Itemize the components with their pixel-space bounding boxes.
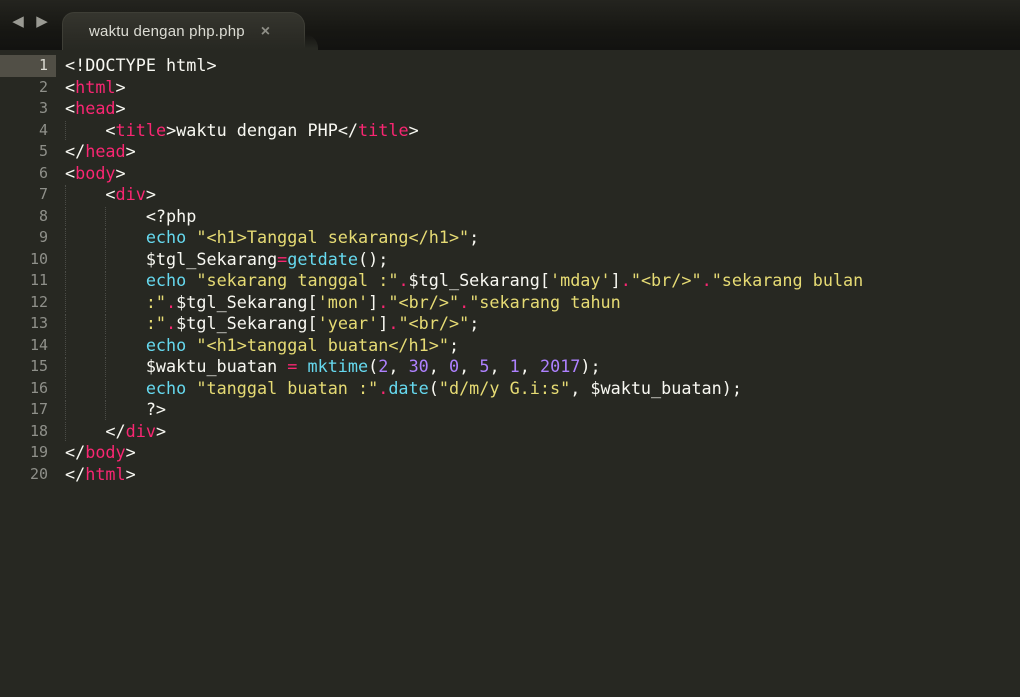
tab-nav-arrows: ◀ ▶ bbox=[8, 14, 52, 29]
code-line-text: echo "<h1>tanggal buatan</h1>"; bbox=[56, 335, 459, 357]
code-line[interactable]: 4 <title>waktu dengan PHP</title> bbox=[0, 120, 1020, 142]
indent-guide-line bbox=[65, 271, 66, 291]
code-line[interactable]: 11 echo "sekarang tanggal :".$tgl_Sekara… bbox=[0, 270, 1020, 292]
code-line[interactable]: 15 $waktu_buatan = mktime(2, 30, 0, 5, 1… bbox=[0, 356, 1020, 378]
code-line-text: $waktu_buatan = mktime(2, 30, 0, 5, 1, 2… bbox=[56, 356, 601, 378]
code-line-text: </body> bbox=[56, 442, 136, 464]
indent-guide-line bbox=[65, 314, 66, 334]
nav-forward-icon[interactable]: ▶ bbox=[32, 14, 52, 29]
code-lines: 1<!DOCTYPE html>2<html>3<head>4 <title>w… bbox=[0, 55, 1020, 485]
indent-guide-line bbox=[65, 207, 66, 227]
indent-guide-line bbox=[65, 400, 66, 420]
tab-close-icon[interactable]: × bbox=[261, 24, 270, 40]
indent-guide-line bbox=[65, 121, 66, 141]
code-line-text: $tgl_Sekarang=getdate(); bbox=[56, 249, 388, 271]
tab-waktu-dengan-php[interactable]: waktu dengan php.php × bbox=[62, 12, 305, 50]
line-number: 5 bbox=[0, 141, 56, 163]
line-number: 14 bbox=[0, 335, 56, 357]
indent-guide-line bbox=[105, 271, 106, 291]
code-line-text: <title>waktu dengan PHP</title> bbox=[56, 120, 419, 142]
nav-back-icon[interactable]: ◀ bbox=[8, 14, 28, 29]
code-line-text: ?> bbox=[56, 399, 166, 421]
code-line-text: <html> bbox=[56, 77, 126, 99]
line-number: 10 bbox=[0, 249, 56, 271]
indent-guide-line bbox=[105, 293, 106, 313]
code-line-text: echo "tanggal buatan :".date("d/m/y G.i:… bbox=[56, 378, 742, 400]
code-line-text: </head> bbox=[56, 141, 136, 163]
code-line[interactable]: 10 $tgl_Sekarang=getdate(); bbox=[0, 249, 1020, 271]
code-line-text: echo "sekarang tanggal :".$tgl_Sekarang[… bbox=[56, 270, 863, 292]
code-line[interactable]: 1<!DOCTYPE html> bbox=[0, 55, 1020, 77]
code-line[interactable]: 13 :".$tgl_Sekarang['year']."<br/>"; bbox=[0, 313, 1020, 335]
line-number: 4 bbox=[0, 120, 56, 142]
indent-guide-line bbox=[105, 250, 106, 270]
code-line-text: </html> bbox=[56, 464, 136, 486]
code-line[interactable]: 6<body> bbox=[0, 163, 1020, 185]
code-line-text: <head> bbox=[56, 98, 126, 120]
tab-bar: ◀ ▶ waktu dengan php.php × bbox=[0, 0, 1020, 50]
indent-guide-line bbox=[105, 314, 106, 334]
code-line[interactable]: 20</html> bbox=[0, 464, 1020, 486]
code-line[interactable]: 8 <?php bbox=[0, 206, 1020, 228]
indent-guide-line bbox=[65, 422, 66, 442]
line-number: 6 bbox=[0, 163, 56, 185]
line-number: 13 bbox=[0, 313, 56, 335]
line-number: 8 bbox=[0, 206, 56, 228]
indent-guide-line bbox=[105, 357, 106, 377]
code-line-text: <body> bbox=[56, 163, 126, 185]
editor-window: ◀ ▶ waktu dengan php.php × 1<!DOCTYPE ht… bbox=[0, 0, 1020, 697]
line-number: 15 bbox=[0, 356, 56, 378]
indent-guide-line bbox=[105, 379, 106, 399]
indent-guide-line bbox=[65, 185, 66, 205]
indent-guide-line bbox=[65, 357, 66, 377]
code-line-text: <div> bbox=[56, 184, 156, 206]
code-line-text: :".$tgl_Sekarang['mon']."<br/>"."sekaran… bbox=[56, 292, 621, 314]
indent-guide-line bbox=[65, 336, 66, 356]
code-editor[interactable]: 1<!DOCTYPE html>2<html>3<head>4 <title>w… bbox=[0, 50, 1020, 697]
code-line[interactable]: 17 ?> bbox=[0, 399, 1020, 421]
code-line[interactable]: 18 </div> bbox=[0, 421, 1020, 443]
code-line[interactable]: 5</head> bbox=[0, 141, 1020, 163]
code-line-text: <?php bbox=[56, 206, 196, 228]
code-line-text: </div> bbox=[56, 421, 166, 443]
code-line[interactable]: 9 echo "<h1>Tanggal sekarang</h1>"; bbox=[0, 227, 1020, 249]
code-line[interactable]: 14 echo "<h1>tanggal buatan</h1>"; bbox=[0, 335, 1020, 357]
line-number: 7 bbox=[0, 184, 56, 206]
code-line-text: echo "<h1>Tanggal sekarang</h1>"; bbox=[56, 227, 479, 249]
line-number: 18 bbox=[0, 421, 56, 443]
indent-guide-line bbox=[105, 400, 106, 420]
code-line[interactable]: 3<head> bbox=[0, 98, 1020, 120]
line-number: 17 bbox=[0, 399, 56, 421]
code-line[interactable]: 12 :".$tgl_Sekarang['mon']."<br/>"."seka… bbox=[0, 292, 1020, 314]
indent-guide-line bbox=[65, 379, 66, 399]
indent-guide-line bbox=[105, 336, 106, 356]
line-number: 1 bbox=[0, 55, 56, 77]
indent-guide-line bbox=[65, 250, 66, 270]
line-number: 9 bbox=[0, 227, 56, 249]
code-line-text: :".$tgl_Sekarang['year']."<br/>"; bbox=[56, 313, 479, 335]
line-number: 19 bbox=[0, 442, 56, 464]
line-number: 11 bbox=[0, 270, 56, 292]
tab-label: waktu dengan php.php bbox=[89, 23, 245, 40]
indent-guide-line bbox=[105, 228, 106, 248]
code-line-text: <!DOCTYPE html> bbox=[56, 55, 217, 77]
indent-guide-line bbox=[105, 207, 106, 227]
code-line[interactable]: 2<html> bbox=[0, 77, 1020, 99]
code-line[interactable]: 7 <div> bbox=[0, 184, 1020, 206]
indent-guide-line bbox=[65, 293, 66, 313]
code-line[interactable]: 16 echo "tanggal buatan :".date("d/m/y G… bbox=[0, 378, 1020, 400]
line-number: 2 bbox=[0, 77, 56, 99]
line-number: 12 bbox=[0, 292, 56, 314]
code-line[interactable]: 19</body> bbox=[0, 442, 1020, 464]
indent-guide-line bbox=[65, 228, 66, 248]
line-number: 16 bbox=[0, 378, 56, 400]
line-number: 3 bbox=[0, 98, 56, 120]
line-number: 20 bbox=[0, 464, 56, 486]
